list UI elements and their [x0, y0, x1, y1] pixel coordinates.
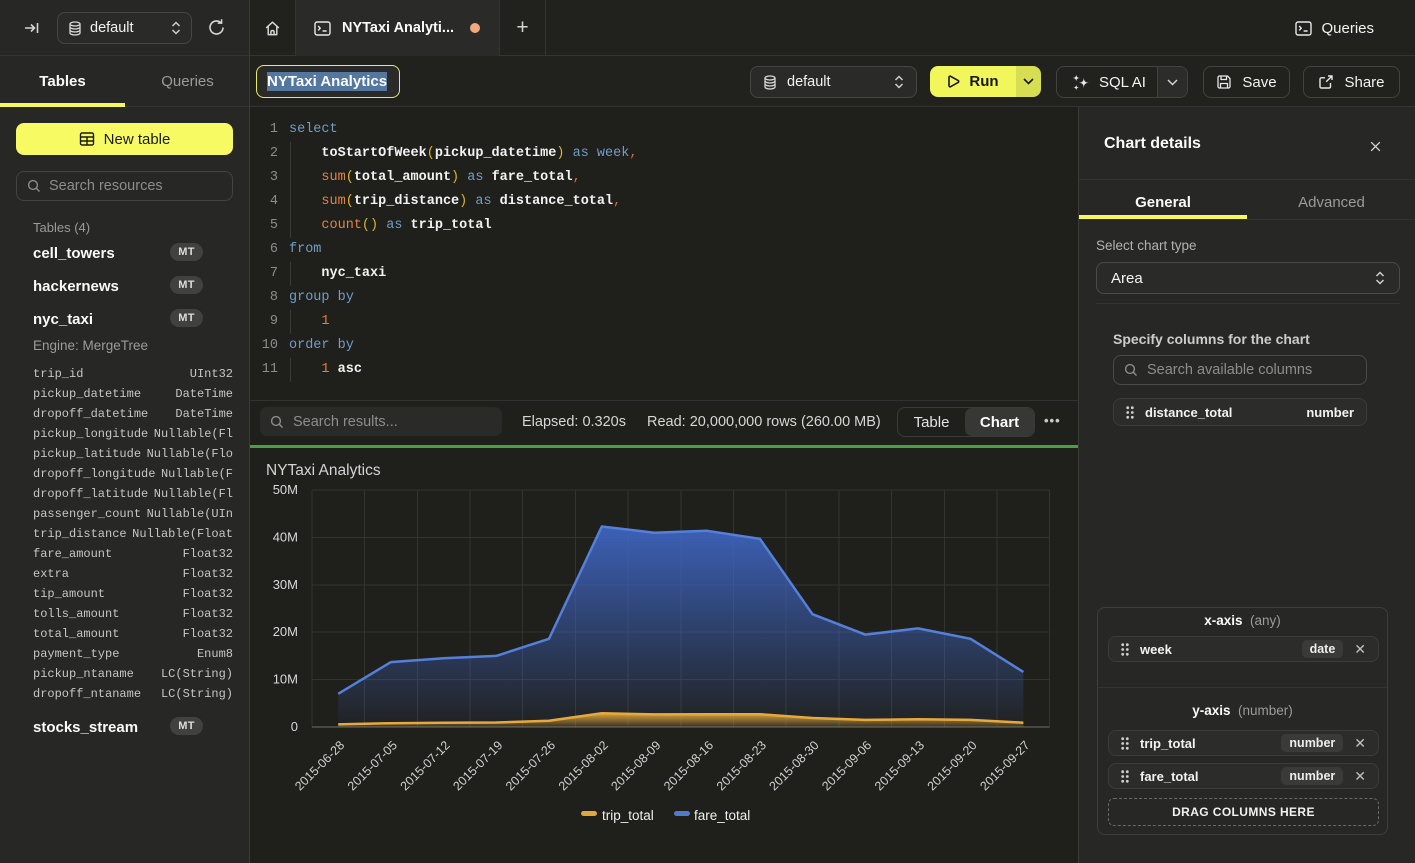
svg-text:2015-08-23: 2015-08-23: [714, 738, 769, 793]
svg-text:2015-07-12: 2015-07-12: [398, 738, 453, 793]
svg-text:2015-08-16: 2015-08-16: [661, 738, 716, 793]
svg-text:2015-08-02: 2015-08-02: [556, 738, 611, 793]
svg-text:2015-09-13: 2015-09-13: [872, 738, 927, 793]
svg-text:20M: 20M: [273, 624, 298, 639]
svg-text:40M: 40M: [273, 529, 298, 544]
svg-text:30M: 30M: [273, 577, 298, 592]
svg-text:2015-09-06: 2015-09-06: [819, 738, 874, 793]
svg-text:2015-09-20: 2015-09-20: [925, 738, 980, 793]
svg-text:2015-06-28: 2015-06-28: [292, 738, 347, 793]
svg-text:50M: 50M: [273, 482, 298, 497]
svg-text:2015-07-05: 2015-07-05: [345, 738, 400, 793]
svg-text:2015-08-09: 2015-08-09: [608, 738, 663, 793]
svg-text:10M: 10M: [273, 672, 298, 687]
svg-text:2015-07-26: 2015-07-26: [503, 738, 558, 793]
svg-text:fare_total: fare_total: [694, 808, 750, 823]
svg-text:2015-07-19: 2015-07-19: [450, 738, 505, 793]
svg-text:NYTaxi Analytics: NYTaxi Analytics: [266, 462, 381, 479]
svg-text:trip_total: trip_total: [602, 808, 654, 823]
svg-text:2015-08-30: 2015-08-30: [767, 738, 822, 793]
svg-text:2015-09-27: 2015-09-27: [977, 738, 1032, 793]
svg-text:0: 0: [291, 719, 298, 734]
